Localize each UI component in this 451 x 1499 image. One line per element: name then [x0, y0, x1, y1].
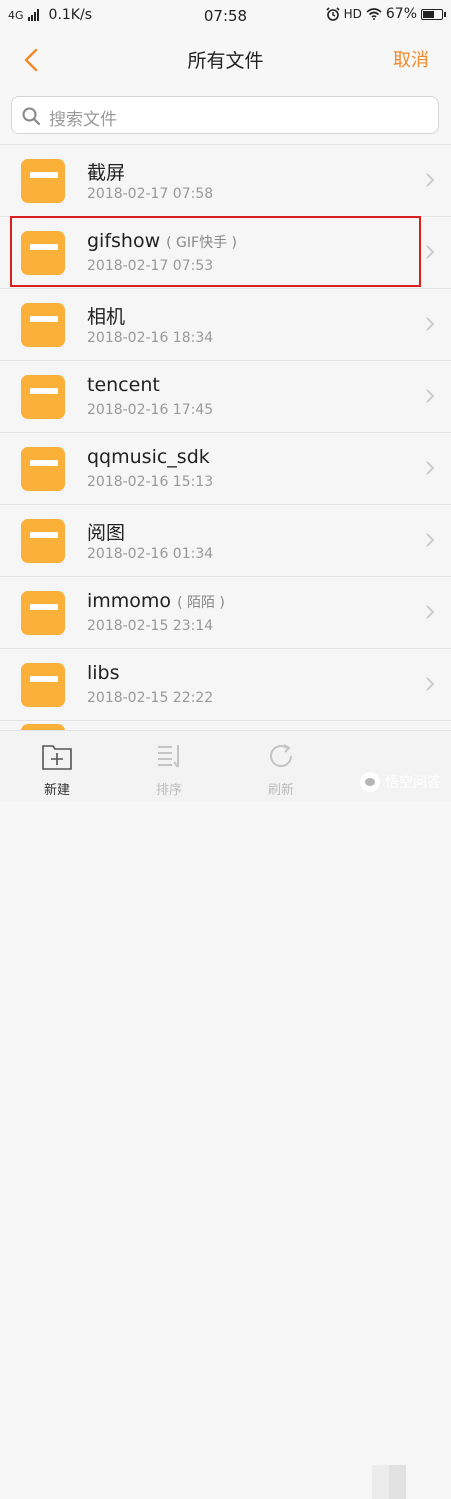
chevron-right-icon — [426, 461, 435, 475]
file-row[interactable]: 相机 2018-02-16 18:34 — [0, 289, 451, 361]
hd-indicator: HD — [343, 7, 362, 21]
search-placeholder: 搜索文件 — [49, 110, 117, 130]
chevron-right-icon — [426, 245, 435, 259]
new-button[interactable]: 新建 — [17, 731, 97, 801]
title-bar: 所有文件 取消 — [0, 32, 451, 88]
file-name: libs — [87, 662, 126, 684]
refresh-icon — [270, 744, 292, 767]
chevron-right-icon — [426, 173, 435, 187]
file-name-text: qqmusic_sdk — [87, 446, 210, 468]
refresh-label: 刷新 — [267, 783, 294, 798]
file-date: 2018-02-15 22:22 — [87, 690, 214, 706]
new-label: 新建 — [43, 783, 70, 798]
folder-icon — [21, 591, 65, 635]
folder-icon — [21, 663, 65, 707]
file-row[interactable]: gifshow ( GIF快手 ) 2018-02-17 07:53 — [0, 217, 451, 289]
cancel-button[interactable]: 取消 — [393, 46, 429, 72]
file-row[interactable]: libs 2018-02-15 22:22 — [0, 649, 451, 721]
status-right: HD 67% — [326, 6, 446, 22]
file-date: 2018-02-17 07:53 — [87, 258, 214, 274]
sort-button[interactable]: 排序 — [129, 731, 209, 801]
page-title: 所有文件 — [187, 50, 264, 72]
file-name: gifshow ( GIF快手 ) — [87, 230, 237, 252]
watermark-text: 悟空问答 — [385, 775, 441, 791]
file-name: qqmusic_sdk — [87, 446, 216, 468]
folder-icon — [21, 303, 65, 347]
file-name-text: gifshow — [87, 230, 161, 252]
chevron-right-icon — [426, 533, 435, 547]
file-name-alias: ( GIF快手 ) — [166, 235, 237, 251]
alarm-icon — [326, 7, 340, 21]
file-name-text: tencent — [87, 374, 160, 396]
file-name-text: 阅图 — [87, 522, 126, 544]
folder-icon — [21, 375, 65, 419]
status-bar: 4G 0.1K/s 07:58 HD 67% — [0, 0, 451, 32]
file-name-text: 截屏 — [87, 162, 126, 184]
file-row[interactable]: tencent 2018-02-16 17:45 — [0, 361, 451, 433]
sort-label: 排序 — [155, 783, 182, 798]
file-row[interactable]: 截屏 2018-02-17 07:58 — [0, 145, 451, 217]
folder-icon — [21, 519, 65, 563]
chevron-right-icon — [426, 605, 435, 619]
file-name: tencent — [87, 374, 166, 396]
file-name-alias: ( 陌陌 ) — [177, 595, 225, 611]
folder-icon — [21, 447, 65, 491]
search-input[interactable]: 搜索文件 — [11, 96, 439, 134]
refresh-button[interactable]: 刷新 — [241, 731, 321, 801]
chevron-right-icon — [426, 677, 435, 691]
file-date: 2018-02-16 17:45 — [87, 402, 214, 418]
file-row[interactable]: qqmusic_sdk 2018-02-16 15:13 — [0, 433, 451, 505]
battery-percent: 67% — [385, 6, 417, 22]
watermark: 悟空问答 — [360, 772, 441, 792]
file-date: 2018-02-15 23:14 — [87, 618, 214, 634]
wukong-logo-icon — [360, 772, 380, 792]
folder-icon — [21, 231, 65, 275]
more-icon-blurred — [372, 1465, 406, 1499]
file-name: immomo ( 陌陌 ) — [87, 590, 225, 612]
file-list: 截屏 2018-02-17 07:58 gifshow ( GIF快手 ) 2018-0… — [0, 145, 451, 721]
file-name: 阅图 — [87, 518, 131, 545]
file-row[interactable]: immomo ( 陌陌 ) 2018-02-15 23:14 — [0, 577, 451, 649]
file-date: 2018-02-16 18:34 — [87, 330, 214, 346]
file-name-text: libs — [87, 662, 120, 684]
new-folder-icon — [42, 745, 72, 770]
file-name: 截屏 — [87, 158, 131, 185]
chevron-right-icon — [426, 317, 435, 331]
folder-icon — [21, 159, 65, 203]
file-date: 2018-02-16 15:13 — [87, 474, 214, 490]
search-icon — [22, 107, 41, 126]
battery-icon — [421, 8, 446, 20]
search-area: 搜索文件 — [0, 88, 451, 145]
file-row[interactable]: 阅图 2018-02-16 01:34 — [0, 505, 451, 577]
sort-icon — [158, 745, 179, 768]
file-date: 2018-02-17 07:58 — [87, 186, 214, 202]
file-name: 相机 — [87, 302, 131, 329]
chevron-right-icon — [426, 389, 435, 403]
file-name-text: 相机 — [87, 306, 126, 328]
file-date: 2018-02-16 01:34 — [87, 546, 214, 562]
wifi-icon — [366, 8, 382, 20]
file-name-text: immomo — [87, 590, 172, 612]
